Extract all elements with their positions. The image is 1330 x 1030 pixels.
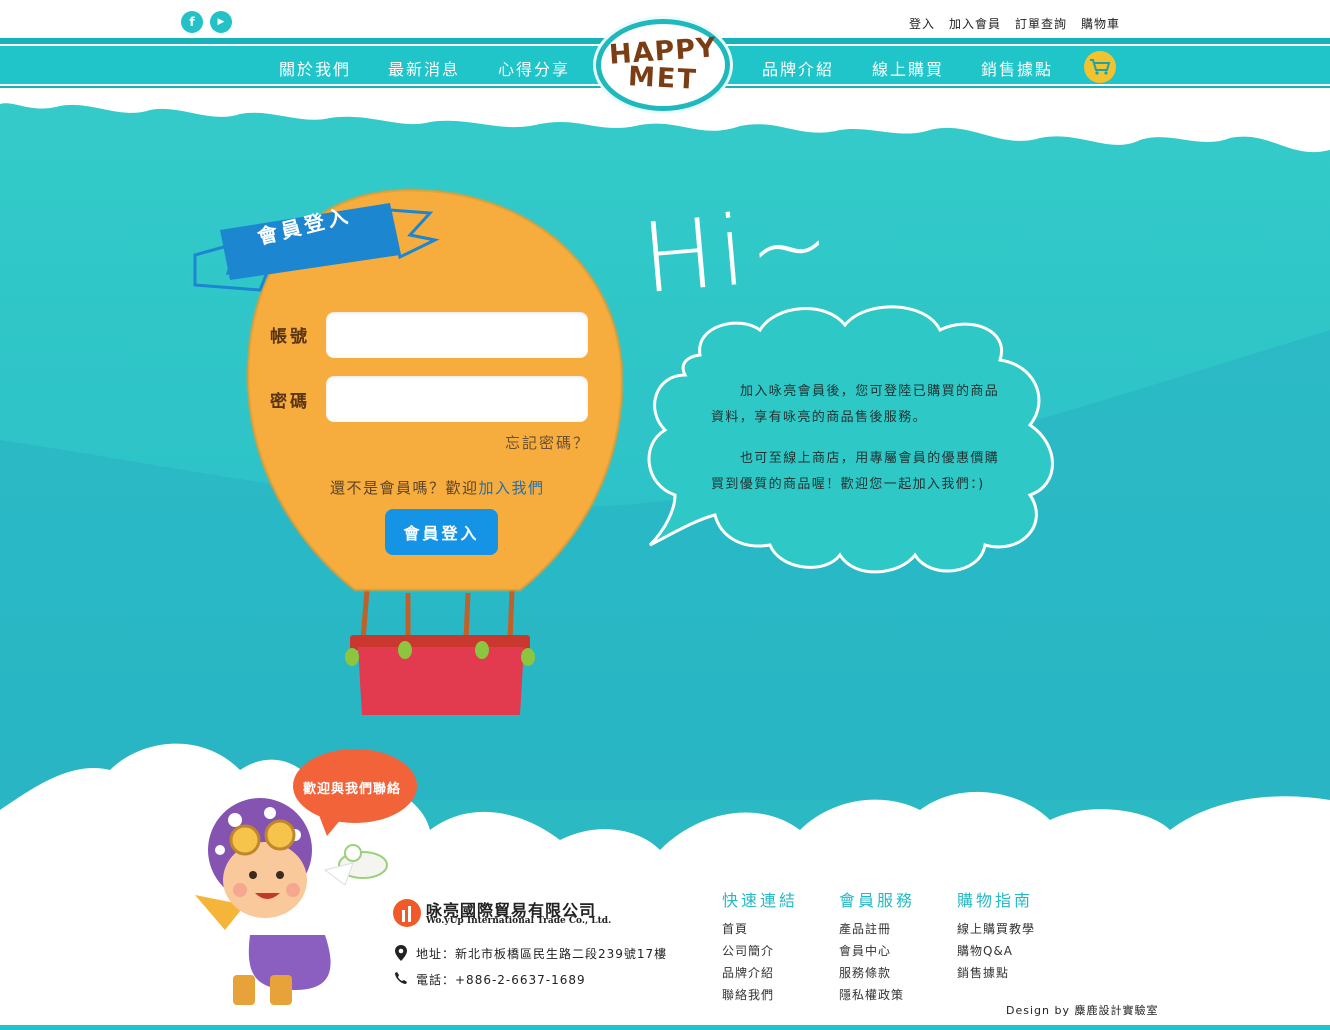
footer-link-about[interactable]: 公司簡介 <box>722 942 774 959</box>
greeting-p1-line1: 加入咏亮會員後，您可登陸已購買的商品 <box>740 384 1000 399</box>
footer-link-faq[interactable]: 購物Q&A <box>957 942 1013 959</box>
top-links: 登入 加入會員 訂單查詢 購物車 <box>909 15 1120 32</box>
password-input[interactable] <box>326 376 588 422</box>
footer-link-brands[interactable]: 品牌介紹 <box>722 964 774 981</box>
password-label: 密碼 <box>270 392 310 412</box>
nav-stores[interactable]: 銷售據點 <box>981 56 1053 80</box>
greeting-paragraph-1: 加入咏亮會員後，您可登陸已購買的商品 資料，享有咏亮的商品售後服務。 <box>711 379 1013 431</box>
cart-icon[interactable] <box>1084 51 1116 83</box>
facebook-icon[interactable]: f <box>181 11 203 33</box>
footer-link-terms[interactable]: 服務條款 <box>839 964 891 981</box>
nav-sharing[interactable]: 心得分享 <box>498 56 570 80</box>
location-pin-icon <box>395 945 407 961</box>
company-english-name: Wo.yUp International Trade Co., Ltd. <box>426 916 612 926</box>
account-input[interactable] <box>326 312 588 358</box>
footer-heading-shopping-guide: 購物指南 <box>957 891 1034 910</box>
company-phone: 電話：+886-2-6637-1689 <box>416 973 586 987</box>
footer-link-contact[interactable]: 聯絡我們 <box>722 986 774 1003</box>
greeting-paragraph-2: 也可至線上商店，用專屬會員的優惠價購 買到優質的商品喔！歡迎您一起加入我們：) <box>711 446 1013 498</box>
footer-link-tutorial[interactable]: 線上購買教學 <box>957 920 1035 937</box>
mascot-illustration <box>195 798 388 1005</box>
nav-about[interactable]: 關於我們 <box>279 56 351 80</box>
logo-text-bottom: MET <box>627 61 699 96</box>
top-link-join[interactable]: 加入會員 <box>949 15 1001 32</box>
not-member-text: 還不是會員嗎？歡迎加入我們 <box>330 477 545 498</box>
greeting-p2-line2: 買到優質的商品喔！歡迎您一起加入我們：) <box>711 477 985 492</box>
footer-heading-member-services: 會員服務 <box>839 891 916 910</box>
join-us-link[interactable]: 加入我們 <box>479 479 545 497</box>
nav-shop[interactable]: 線上購買 <box>872 56 944 80</box>
nav-brand[interactable]: 品牌介紹 <box>762 56 834 80</box>
company-address: 地址：新北市板橋區民生路二段239號17樓 <box>416 947 668 961</box>
top-link-cart[interactable]: 購物車 <box>1081 15 1120 32</box>
nav-news[interactable]: 最新消息 <box>388 56 460 80</box>
account-label: 帳號 <box>270 327 310 347</box>
footer-link-privacy[interactable]: 隱私權政策 <box>839 986 904 1003</box>
greeting-p2-line1: 也可至線上商店，用專屬會員的優惠價購 <box>740 451 1000 466</box>
footer-link-stores[interactable]: 銷售據點 <box>957 964 1009 981</box>
brand-logo[interactable]: HAPPY MET <box>596 19 730 111</box>
speech-cloud <box>647 305 1054 574</box>
not-member-prompt: 還不是會員嗎？歡迎 <box>330 479 479 497</box>
login-button[interactable]: 會員登入 <box>385 509 498 555</box>
footer-link-member-center[interactable]: 會員中心 <box>839 942 891 959</box>
footer-bottom-bar <box>0 1025 1330 1030</box>
footer-heading-quick-links: 快速連結 <box>722 891 799 910</box>
forgot-password-link[interactable]: 忘記密碼？ <box>505 432 590 453</box>
footer-link-home[interactable]: 首頁 <box>722 920 748 937</box>
top-link-orders[interactable]: 訂單查詢 <box>1015 15 1067 32</box>
phone-icon <box>395 972 407 984</box>
youtube-icon[interactable]: ▶ <box>210 11 232 33</box>
top-link-login[interactable]: 登入 <box>909 15 935 32</box>
greeting-p1-line2: 資料，享有咏亮的商品售後服務。 <box>711 410 928 425</box>
company-logo-icon <box>393 899 421 927</box>
footer-link-product-register[interactable]: 產品註冊 <box>839 920 891 937</box>
design-credit: Design by 麋鹿設計實驗室 <box>1006 1004 1159 1017</box>
hot-air-balloon <box>193 188 624 715</box>
